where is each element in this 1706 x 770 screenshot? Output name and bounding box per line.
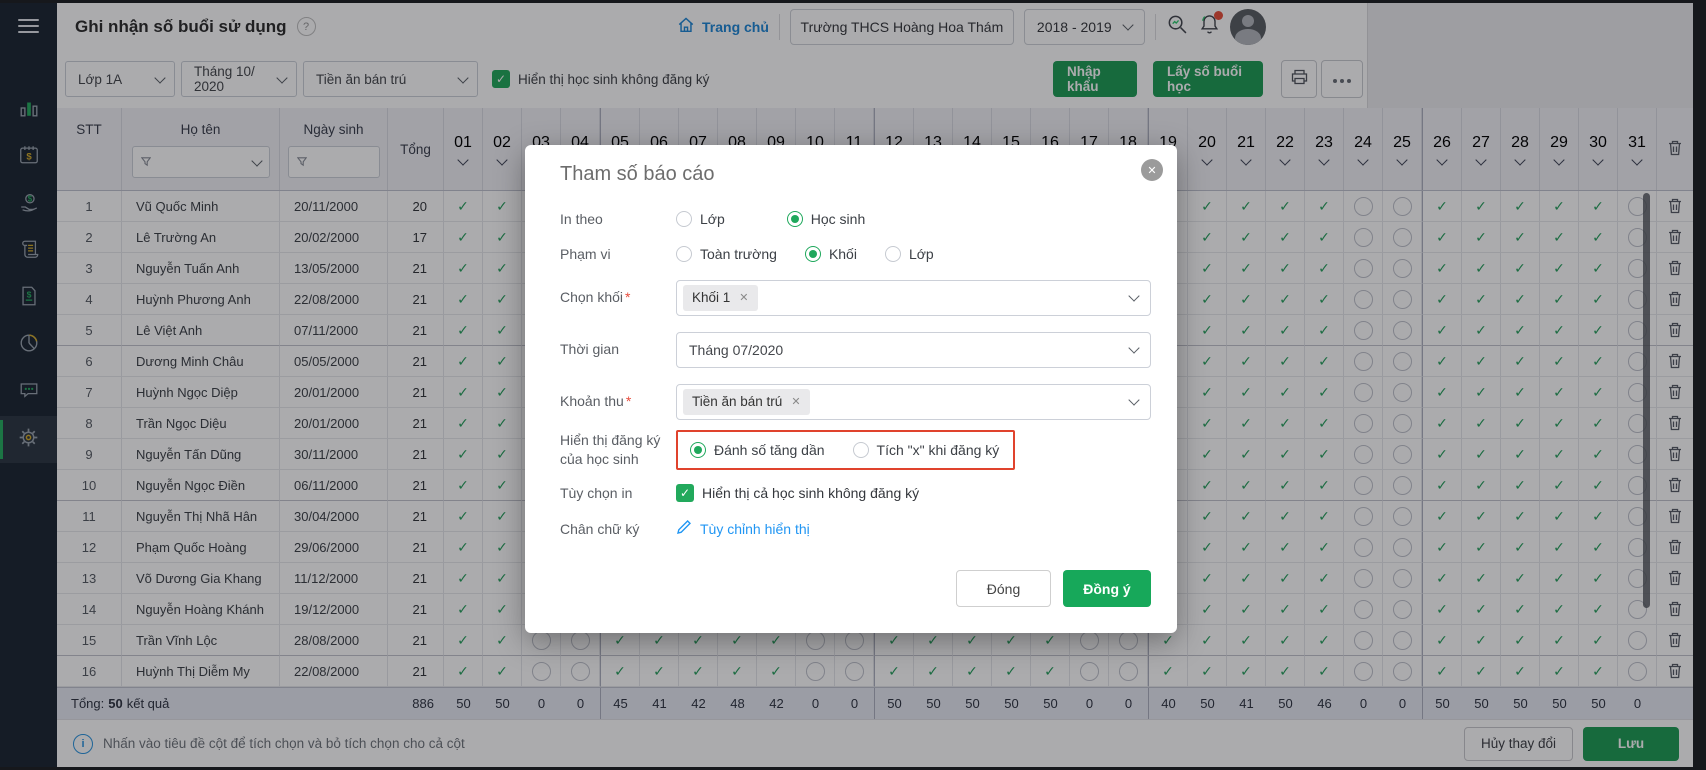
radio-selected-icon (804, 246, 821, 263)
scope-row: Phạm vi Toàn trường Khối Lớp (560, 245, 1151, 264)
show-all-students-checkbox[interactable]: ✓ (676, 484, 694, 503)
radio-scope-school[interactable]: Toàn trường (676, 246, 777, 263)
remove-chip-icon[interactable]: ✕ (791, 395, 800, 408)
print-option-row: Tùy chọn in ✓ Hiển thị cả học sinh không… (560, 484, 1151, 503)
radio-selected-icon (786, 211, 803, 228)
fee-row: Khoản thu * Tiền ăn bán trú ✕ (560, 383, 1151, 420)
chevron-down-icon (1128, 342, 1140, 354)
radio-x-mark[interactable]: Tích "x" khi đăng ký (852, 441, 999, 458)
selected-chip: Tiền ăn bán trú ✕ (683, 388, 810, 415)
radio-icon (884, 246, 901, 263)
field-label: Hiển thị đăng ký của học sinh (560, 431, 661, 467)
radio-icon (676, 246, 692, 263)
app-window: $ $ $ Ghi nhận số buổi sử dụng ? Trang c… (0, 3, 1693, 767)
field-label: Thời gian (560, 341, 619, 358)
modal-title: Tham số báo cáo (560, 163, 715, 185)
report-params-modal: ✕ Tham số báo cáo In theo Lớp Học sinh P… (525, 145, 1177, 633)
close-icon[interactable]: ✕ (1141, 159, 1163, 181)
radio-icon (852, 441, 869, 458)
registration-display-row: Hiển thị đăng ký của học sinh Đánh số tă… (560, 429, 1151, 470)
grade-multiselect[interactable]: Khối 1 ✕ (676, 279, 1151, 316)
time-row: Thời gian Tháng 07/2020 (560, 331, 1151, 368)
radio-print-by-class[interactable]: Lớp (676, 211, 725, 228)
field-label: Tùy chọn in (560, 484, 633, 501)
pencil-icon (676, 519, 692, 540)
grade-row: Chọn khối * Khối 1 ✕ (560, 279, 1151, 316)
highlighted-option-group: Đánh số tăng dần Tích "x" khi đăng ký (676, 429, 1016, 470)
field-label: Khoản thu * (560, 393, 632, 410)
radio-icon (676, 211, 692, 228)
radio-selected-icon (690, 441, 706, 458)
radio-scope-grade[interactable]: Khối (804, 246, 857, 263)
field-label: Chọn khối * (560, 289, 631, 306)
remove-chip-icon[interactable]: ✕ (739, 291, 748, 304)
time-dropdown[interactable]: Tháng 07/2020 (676, 331, 1151, 368)
signature-row: Chân chữ ký Tùy chỉnh hiển thị (560, 519, 1151, 540)
close-modal-button[interactable]: Đóng (956, 570, 1051, 607)
selected-chip: Khối 1 ✕ (683, 284, 758, 311)
print-by-row: In theo Lớp Học sinh (560, 210, 1151, 229)
chevron-down-icon (1128, 290, 1140, 302)
field-label: Chân chữ ký (560, 520, 640, 537)
field-label: Phạm vi (560, 245, 611, 262)
chevron-down-icon (1128, 394, 1140, 406)
confirm-button[interactable]: Đồng ý (1063, 570, 1151, 607)
radio-print-by-student[interactable]: Học sinh (786, 211, 865, 228)
fee-multiselect[interactable]: Tiền ăn bán trú ✕ (676, 383, 1151, 420)
radio-scope-class[interactable]: Lớp (884, 246, 934, 263)
customize-display-link[interactable]: Tùy chỉnh hiển thị (700, 521, 810, 537)
checkbox-label: Hiển thị cả học sinh không đăng ký (702, 485, 920, 502)
radio-numbered-ascending[interactable]: Đánh số tăng dần (690, 441, 825, 458)
field-label: In theo (560, 211, 603, 227)
